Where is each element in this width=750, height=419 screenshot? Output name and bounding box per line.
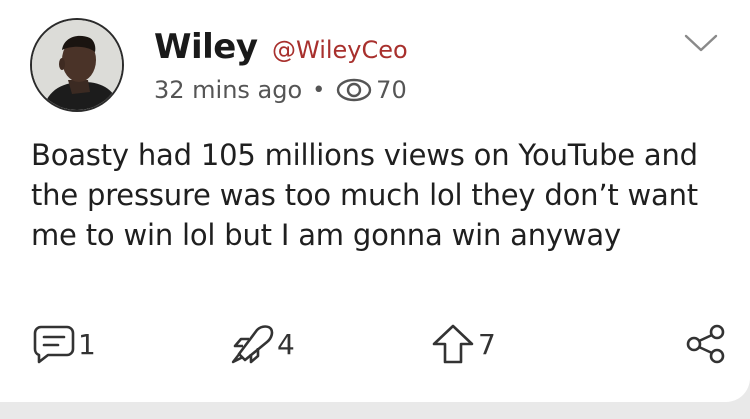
- chevron-down-icon[interactable]: [683, 32, 719, 54]
- post-text: Boasty had 105 millions views on YouTube…: [31, 138, 698, 252]
- eye-icon: [336, 78, 372, 102]
- post-timestamp: 32 mins ago: [154, 76, 303, 104]
- author-name[interactable]: Wiley: [154, 27, 258, 67]
- meta-separator: •: [312, 77, 326, 103]
- comments-button[interactable]: 1: [32, 322, 96, 366]
- post-meta: 32 mins ago • 70: [154, 74, 407, 106]
- shares-count: 7: [478, 327, 496, 361]
- rocket-icon: [231, 325, 274, 364]
- avatar-image: [32, 20, 122, 110]
- view-count: 70: [376, 76, 407, 104]
- repost-button[interactable]: 7: [430, 322, 496, 366]
- avatar[interactable]: [30, 18, 124, 112]
- post-card: Wiley @WileyCeo 32 mins ago • 70 Boasty …: [0, 0, 750, 402]
- repost-arrow-icon: [432, 324, 474, 364]
- share-button[interactable]: [684, 322, 728, 366]
- comment-icon: [33, 325, 75, 364]
- reactions-button[interactable]: 4: [229, 322, 295, 366]
- reactions-count: 4: [277, 327, 295, 361]
- comments-count: 1: [78, 327, 96, 361]
- author-handle[interactable]: @WileyCeo: [272, 33, 408, 67]
- share-icon: [686, 324, 725, 364]
